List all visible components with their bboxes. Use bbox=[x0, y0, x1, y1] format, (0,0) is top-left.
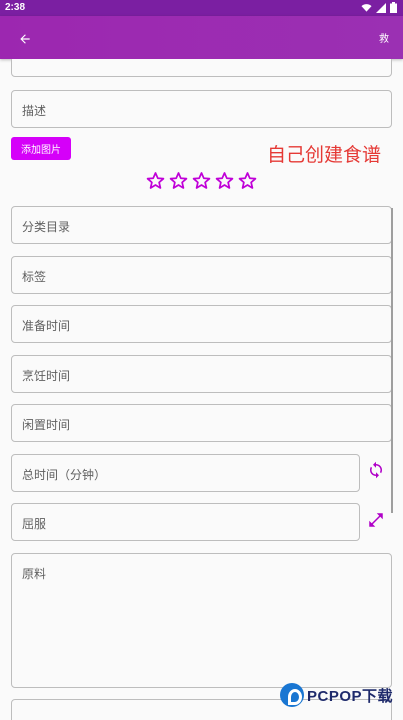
battery-icon bbox=[390, 2, 397, 13]
total-time-field[interactable]: 总时间（分钟） bbox=[11, 454, 360, 492]
tags-field[interactable]: 标签 bbox=[11, 256, 392, 294]
star-icon[interactable] bbox=[146, 171, 165, 190]
status-time: 2:38 bbox=[5, 2, 26, 13]
app-bar: 救 bbox=[0, 16, 403, 59]
wifi-icon bbox=[361, 3, 372, 12]
arrow-back-icon bbox=[20, 34, 30, 44]
ingredients-field[interactable]: 原料 bbox=[11, 553, 392, 688]
rating-stars[interactable] bbox=[146, 171, 257, 190]
recipe-form: 描述 添加图片 自己创建食谱 分类目录 标签 准备时间 烹饪时间 闲置时间 总时… bbox=[0, 59, 403, 720]
prep-time-label: 准备时间 bbox=[22, 319, 71, 333]
save-action-button[interactable]: 救 bbox=[379, 30, 389, 45]
headline-text: 自己创建食谱 bbox=[267, 144, 382, 166]
idle-time-field[interactable]: 闲置时间 bbox=[11, 404, 392, 442]
ingredients-label: 原料 bbox=[22, 567, 47, 581]
prep-time-field[interactable]: 准备时间 bbox=[11, 305, 392, 343]
category-label: 分类目录 bbox=[22, 220, 71, 234]
watermark: PCPOP下载 bbox=[280, 683, 393, 707]
cook-time-field[interactable]: 烹饪时间 bbox=[11, 355, 392, 393]
star-icon[interactable] bbox=[215, 171, 234, 190]
star-icon[interactable] bbox=[192, 171, 211, 190]
description-label: 描述 bbox=[22, 104, 47, 118]
watermark-text: PCPOP下载 bbox=[307, 687, 394, 705]
star-icon[interactable] bbox=[238, 171, 257, 190]
star-icon[interactable] bbox=[169, 171, 188, 190]
tags-label: 标签 bbox=[22, 270, 47, 284]
back-button[interactable] bbox=[14, 28, 36, 50]
category-field[interactable]: 分类目录 bbox=[11, 206, 392, 244]
servings-field[interactable]: 屈服 bbox=[11, 503, 360, 541]
name-field[interactable] bbox=[11, 59, 392, 77]
status-icons bbox=[361, 2, 397, 13]
refresh-icon[interactable] bbox=[367, 461, 385, 479]
scrollbar[interactable] bbox=[391, 208, 393, 513]
cook-time-label: 烹饪时间 bbox=[22, 369, 71, 383]
signal-icon bbox=[376, 2, 386, 13]
add-image-button[interactable]: 添加图片 bbox=[11, 137, 71, 160]
description-field[interactable]: 描述 bbox=[11, 90, 392, 128]
expand-icon[interactable] bbox=[367, 511, 385, 529]
status-bar: 2:38 bbox=[0, 0, 403, 16]
pcpop-logo-icon bbox=[280, 683, 304, 707]
total-time-label: 总时间（分钟） bbox=[22, 468, 107, 482]
idle-time-label: 闲置时间 bbox=[22, 418, 71, 432]
servings-label: 屈服 bbox=[22, 517, 47, 531]
